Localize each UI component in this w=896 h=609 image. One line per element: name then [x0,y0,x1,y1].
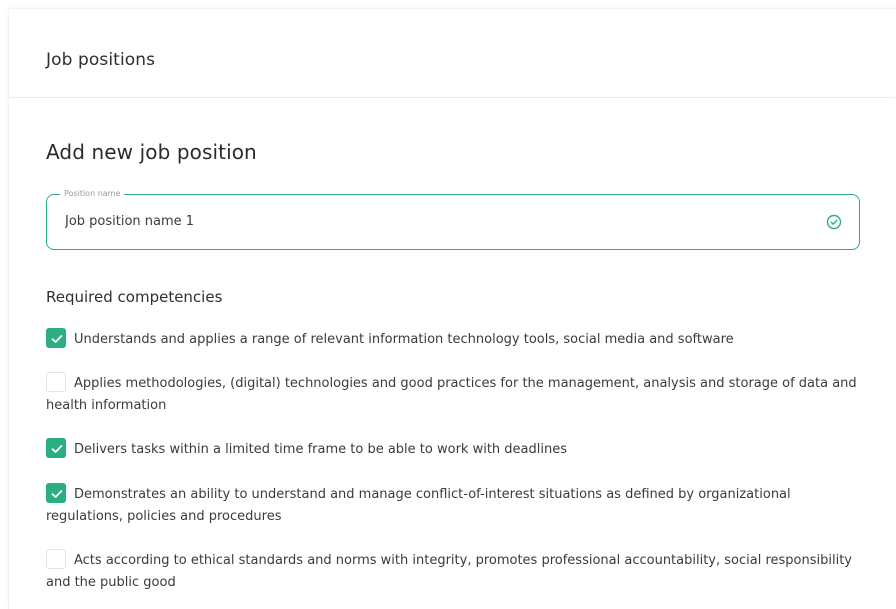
checkmark-icon [51,445,63,453]
competencies-heading: Required competencies [46,288,223,306]
competency-label: Understands and applies a range of relev… [74,332,734,347]
card-header: Job positions [9,9,895,98]
competency-item: Understands and applies a range of relev… [46,328,868,351]
competency-item: Delivers tasks within a limited time fra… [46,438,868,461]
competency-label: Applies methodologies, (digital) technol… [46,376,857,413]
competency-label: Demonstrates an ability to understand an… [46,487,791,524]
competency-checkbox[interactable] [46,549,66,569]
competency-checkbox[interactable] [46,483,66,503]
page-title: Job positions [46,50,156,70]
competency-checkbox[interactable] [46,438,66,458]
competency-checkbox[interactable] [46,328,66,348]
job-positions-card: Job positions Add new job position Posit… [8,8,896,609]
competency-checkbox[interactable] [46,372,66,392]
competency-item: Applies methodologies, (digital) technol… [46,372,868,417]
form-title: Add new job position [46,140,257,164]
competency-item: Demonstrates an ability to understand an… [46,483,868,528]
position-name-input[interactable] [65,214,765,229]
competency-item: Acts according to ethical standards and … [46,549,868,594]
check-circle-icon [826,214,842,230]
competency-label: Acts according to ethical standards and … [46,553,852,590]
checkmark-icon [51,490,63,498]
position-name-label: Position name [60,188,125,200]
position-name-field[interactable]: Position name [46,188,860,250]
competency-label: Delivers tasks within a limited time fra… [74,442,567,457]
checkmark-icon [51,335,63,343]
